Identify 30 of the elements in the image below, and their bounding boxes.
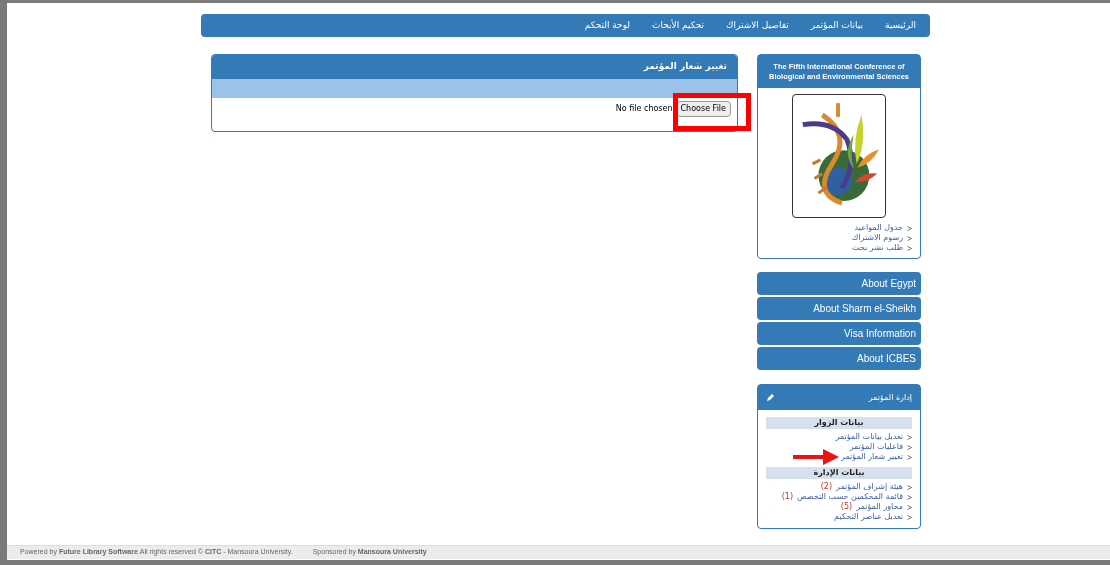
item-count: (5) [840, 502, 853, 512]
sidebar-link[interactable]: تغيير شعار المؤتمر [841, 452, 903, 462]
sidebar-link[interactable]: جدول المواعيد [854, 223, 903, 233]
item-count: (2) [820, 482, 833, 492]
info-button[interactable]: About Sharm el-Sheikh [757, 297, 921, 320]
nav-link[interactable]: لوحة التحكم [584, 18, 631, 33]
sidebar-link[interactable]: طلب نشر بحث [852, 243, 903, 253]
section-heading: بيانات الزوار [766, 417, 912, 429]
pencil-icon [766, 393, 774, 402]
item-count: (1) [781, 492, 794, 502]
sidebar-link[interactable]: محاور المؤتمر [856, 502, 903, 512]
section-heading: بيانات الإدارة [766, 467, 912, 479]
file-status: No file chosen [615, 103, 673, 115]
choose-file-button[interactable]: Choose File [675, 101, 731, 117]
sidebar-link[interactable]: فاعليات المؤتمر [849, 442, 903, 452]
nav-link[interactable]: تحكيم الأبحاث [652, 18, 705, 33]
info-button[interactable]: Visa Information [757, 322, 921, 345]
arrow [793, 448, 839, 466]
sidebar-link[interactable]: تعديل عناصر التحكيم [834, 512, 903, 522]
info-button[interactable]: About Egypt [757, 272, 921, 295]
sidebar-link[interactable]: هيئة إشراف المؤتمر [836, 482, 903, 492]
panel-title: تغيير شعار المؤتمر [643, 60, 727, 74]
card-title: إدارة المؤتمر [868, 391, 912, 404]
info-button[interactable]: About ICBES [757, 347, 921, 370]
sidebar-link[interactable]: رسوم الاشتراك [851, 233, 903, 243]
sidebar-link[interactable]: قائمة المحكمين حسب التخصص [797, 492, 903, 502]
sidebar-link[interactable]: تعديل بيانات المؤتمر [835, 432, 903, 442]
nav-link[interactable]: تفاصيل الاشتراك [726, 18, 789, 33]
nav-link[interactable]: بيانات المؤتمر [810, 18, 863, 33]
nav-link[interactable]: الرئيسية [885, 18, 916, 33]
